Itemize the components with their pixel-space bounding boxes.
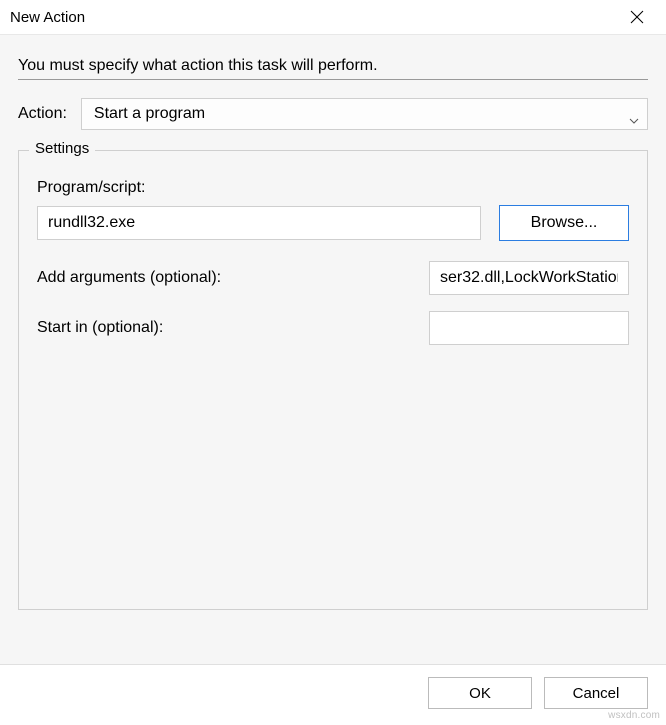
titlebar: New Action (0, 0, 666, 34)
close-icon[interactable] (620, 6, 654, 28)
dialog-content: You must specify what action this task w… (0, 34, 666, 665)
browse-button[interactable]: Browse... (499, 205, 629, 241)
button-bar: OK Cancel (0, 665, 666, 721)
chevron-down-icon (629, 111, 639, 117)
startin-row: Start in (optional): (37, 311, 629, 345)
window-title: New Action (10, 9, 85, 26)
settings-legend: Settings (29, 140, 95, 157)
action-selected-value: Start a program (94, 105, 205, 123)
program-label: Program/script: (37, 179, 629, 197)
action-label: Action: (18, 105, 67, 123)
arguments-label: Add arguments (optional): (37, 269, 221, 287)
startin-input[interactable] (429, 311, 629, 345)
ok-button[interactable]: OK (428, 677, 532, 709)
cancel-button[interactable]: Cancel (544, 677, 648, 709)
arguments-row: Add arguments (optional): (37, 261, 629, 295)
settings-fieldset: Settings Program/script: Browse... Add a… (18, 150, 648, 610)
watermark: wsxdn.com (608, 710, 660, 721)
action-row: Action: Start a program (18, 98, 648, 130)
instruction-underline (18, 79, 648, 80)
instruction-text: You must specify what action this task w… (18, 57, 648, 75)
arguments-input[interactable] (429, 261, 629, 295)
program-input[interactable] (37, 206, 481, 240)
startin-label: Start in (optional): (37, 319, 163, 337)
action-combobox[interactable]: Start a program (81, 98, 648, 130)
program-row: Browse... (37, 205, 629, 241)
